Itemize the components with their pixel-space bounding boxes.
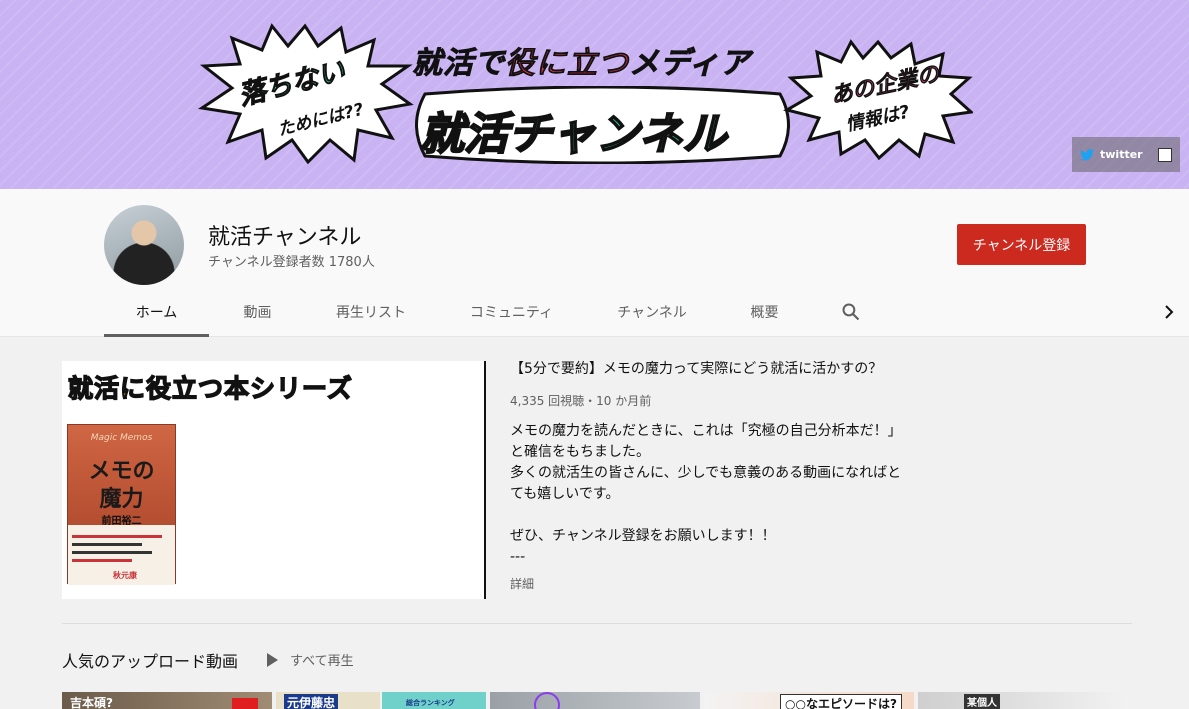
video-thumbnail[interactable]: ○○なエピソードは? [704, 692, 914, 709]
channel-banner: 落ちない ためには?? 就活で役に立つメディア 就活チャンネル あの企業の 情報… [0, 0, 1189, 189]
video-thumbnail-label: 総合ランキング [406, 699, 455, 707]
banner-tagline-highlight: 役に立つ [505, 46, 629, 82]
video-thumbnail-label: ○○なエピソードは? [780, 694, 902, 709]
thumbnail-title: 就活に役立つ本シリーズ [67, 373, 353, 403]
video-thumbnail-label: 吉本碩? [70, 696, 113, 709]
shelf-title[interactable]: 人気のアップロード動画 [62, 648, 238, 672]
featured-video-title[interactable]: 【5分で要約】メモの魔力って実際にどう就活に活かすの？ [510, 359, 910, 379]
featured-video-thumbnail[interactable]: 就活に役立つ本シリーズ Magic Memos メモの 魔力 前田裕二 秋元康 [62, 361, 486, 599]
book-title-line2: 魔力 [99, 487, 144, 512]
video-thumbnail[interactable]: 総合ランキング [382, 692, 486, 709]
description-line: メモの魔力を読んだときに、これは「究極の自己分析本だ！」 [510, 423, 902, 439]
twitter-icon [1080, 148, 1094, 161]
subscriber-count: チャンネル登録者数 1780人 [208, 255, 375, 270]
tab-channels[interactable]: チャンネル [587, 287, 717, 337]
book-cover: Magic Memos メモの 魔力 前田裕二 秋元康 [67, 424, 176, 585]
description-line: --- [510, 549, 526, 565]
video-thumbnail[interactable] [490, 692, 700, 709]
twitter-link-label: twitter [1100, 148, 1143, 161]
featured-video-meta: 4,335 回視聴・10 か月前 [510, 394, 652, 408]
banner-links: twitter [1072, 137, 1180, 172]
banner-tagline: 就活で役に立つメディア [412, 38, 751, 82]
description-line: と確信をもちました。 [510, 444, 650, 460]
play-all-label: すべて再生 [290, 654, 354, 669]
book-endorser: 秋元康 [113, 571, 137, 580]
banner-tagline-pre: 就活で [412, 46, 505, 82]
tab-about[interactable]: 概要 [717, 287, 812, 337]
tab-home[interactable]: ホーム [104, 287, 209, 337]
chevron-right-icon[interactable] [1162, 304, 1176, 320]
tab-playlists[interactable]: 再生リスト [306, 287, 436, 337]
banner-tagline-post: メディア [629, 46, 751, 82]
banner-main-title: 就活チャンネル [419, 108, 728, 161]
section-divider [62, 623, 1132, 624]
banner-bubble-right: あの企業の 情報は? [783, 38, 973, 160]
banner-bubble-left: 落ちない ためには?? [196, 22, 414, 164]
twitter-link[interactable]: twitter [1080, 148, 1143, 161]
play-icon [267, 652, 278, 667]
channel-name: 就活チャンネル [208, 225, 362, 250]
video-shelf: 吉本碩? 元伊藤忠 総合ランキング ○○なエピソードは? 某個人 [62, 692, 1132, 709]
description-line: ぜひ、チャンネル登録をお願いします！！ [510, 528, 776, 544]
description-line [510, 505, 910, 526]
book-title-en: Magic Memos [90, 433, 153, 443]
read-more-link[interactable]: 詳細 [510, 575, 910, 592]
featured-video-info: 【5分で要約】メモの魔力って実際にどう就活に活かすの？ 4,335 回視聴・10… [510, 359, 910, 592]
tab-videos[interactable]: 動画 [209, 287, 306, 337]
channel-tabs: ホーム 動画 再生リスト コミュニティ チャンネル 概要 [104, 287, 812, 337]
subscribe-button[interactable]: チャンネル登録 [957, 224, 1086, 265]
tab-community[interactable]: コミュニティ [436, 287, 587, 337]
description-line: 多くの就活生の皆さんに、少しでも意義のある動画になればと [510, 465, 902, 481]
site-link-icon[interactable] [1158, 147, 1172, 162]
play-all-button[interactable]: すべて再生 [267, 650, 354, 669]
video-thumbnail[interactable]: 元伊藤忠 [276, 692, 380, 709]
video-thumbnail[interactable]: 某個人 [918, 692, 1128, 709]
video-thumbnail-label: 元伊藤忠 [284, 694, 339, 709]
video-thumbnail[interactable]: 吉本碩? [62, 692, 272, 709]
channel-avatar[interactable] [104, 205, 184, 285]
video-thumbnail-label: 某個人 [964, 694, 1000, 709]
search-icon[interactable] [841, 302, 861, 322]
channel-header: 就活チャンネル チャンネル登録者数 1780人 チャンネル登録 ホーム 動画 再… [0, 189, 1189, 337]
featured-video-description: メモの魔力を読んだときに、これは「究極の自己分析本だ！」 と確信をもちました。 … [510, 421, 910, 568]
description-line: ても嬉しいです。 [510, 486, 620, 502]
